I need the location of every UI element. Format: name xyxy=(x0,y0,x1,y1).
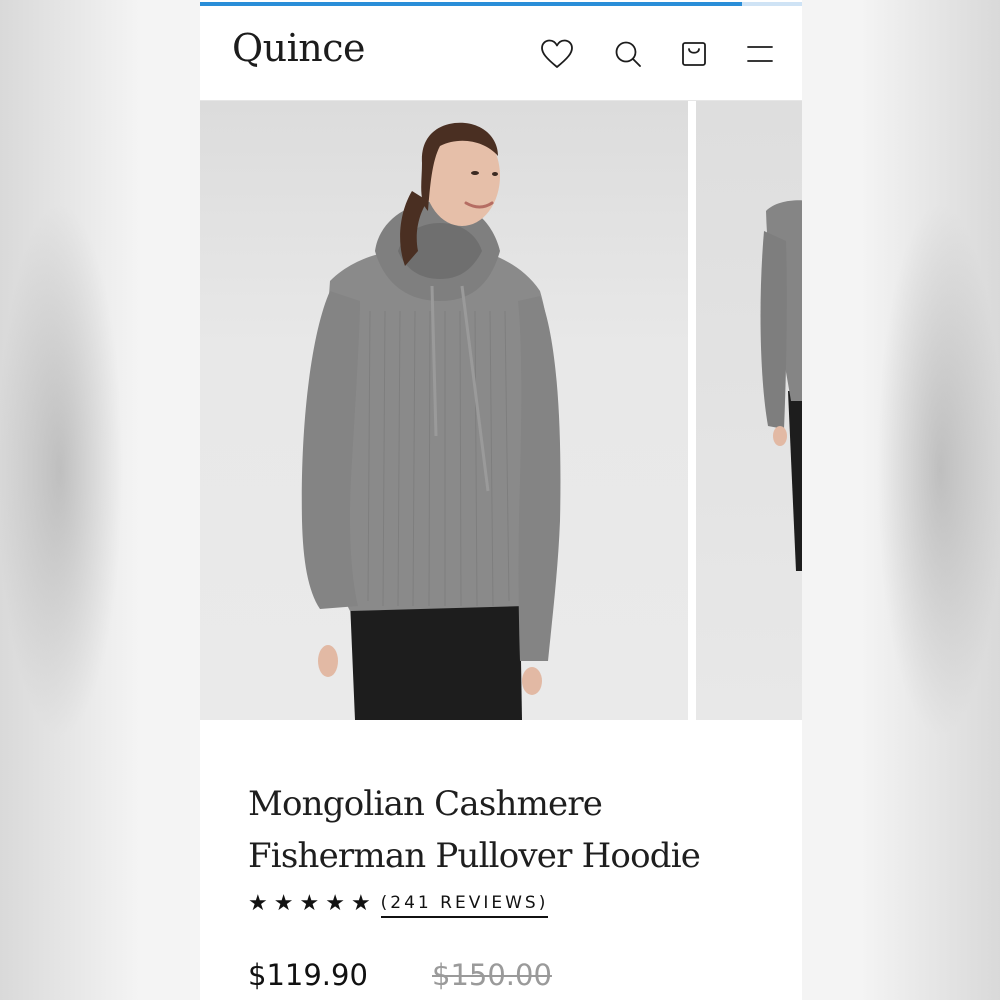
star-icon: ★ xyxy=(350,890,371,915)
bag-icon xyxy=(682,42,706,66)
star-icon: ★ xyxy=(299,890,320,915)
star-icon: ★ xyxy=(325,890,345,915)
reviews-link[interactable]: (241 REVIEWS) xyxy=(380,893,549,918)
sale-price: $119.90 xyxy=(248,958,368,992)
star-rating: ★ ★ ★ ★ ★ xyxy=(248,890,371,916)
search-button[interactable] xyxy=(610,36,646,72)
product-rating: ★ ★ ★ ★ ★ (241 REVIEWS) xyxy=(248,890,549,918)
model-front-photo[interactable] xyxy=(200,101,688,720)
product-image-carousel[interactable] xyxy=(200,101,802,720)
product-page: Quince Mongolian Cashmere Fisherman Pull… xyxy=(200,0,802,1000)
heart-icon xyxy=(541,39,573,68)
model-illustration xyxy=(301,122,561,720)
brand-logo[interactable]: Quince xyxy=(232,26,366,70)
menu-icon xyxy=(747,46,773,62)
site-header: Quince xyxy=(200,6,802,101)
cart-button[interactable] xyxy=(676,36,712,72)
model-side-photo[interactable] xyxy=(696,101,802,720)
wishlist-button[interactable] xyxy=(539,36,575,72)
product-title: Mongolian Cashmere Fisherman Pullover Ho… xyxy=(248,784,701,876)
menu-button[interactable] xyxy=(742,36,778,72)
model-side-illustration xyxy=(760,200,802,571)
compare-at-price: $150.00 xyxy=(432,958,552,992)
reviews-count[interactable]: (241 REVIEWS) xyxy=(380,893,549,918)
star-icon: ★ xyxy=(248,890,268,915)
star-icon: ★ xyxy=(273,890,294,915)
search-icon xyxy=(615,41,641,67)
